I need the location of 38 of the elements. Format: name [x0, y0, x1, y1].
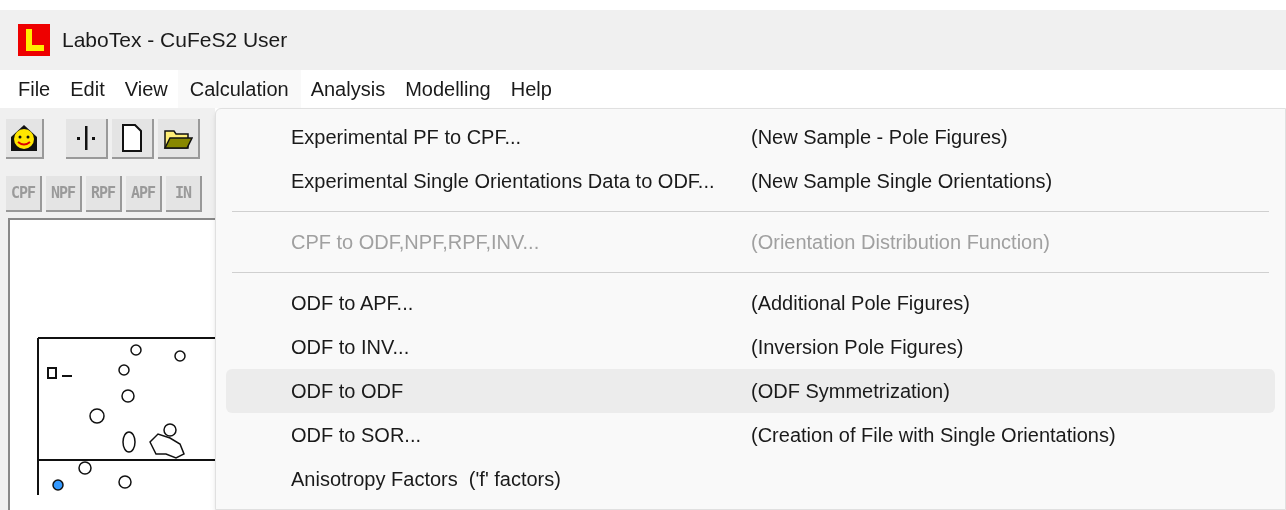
- menu-option[interactable]: ODF to APF... (Additional Pole Figures): [226, 281, 1275, 325]
- option-label: Experimental PF to CPF...: [291, 125, 523, 150]
- menu-option[interactable]: Experimental PF to CPF... (New Sample - Pole Figures): [226, 115, 1275, 159]
- menu-item[interactable]: Analysis: [300, 70, 396, 108]
- app-logo-icon: [18, 24, 50, 56]
- new-file-icon: [121, 124, 143, 152]
- option-description: (Inversion Pole Figures): [751, 335, 964, 360]
- option-label: Anisotropy Factors ('f' factors): [291, 467, 562, 492]
- split-icon: [75, 125, 97, 151]
- option-label: ODF to SOR...: [291, 423, 423, 448]
- option-description: (New Sample Single Orientations): [751, 169, 1053, 194]
- option-label: Experimental Single Orientations Data to ODF...: [291, 169, 716, 194]
- menu-item[interactable]: View: [114, 70, 178, 108]
- toolbar-button[interactable]: [158, 119, 200, 159]
- option-description: (Orientation Distribution Function): [751, 230, 1050, 255]
- option-label: CPF to ODF,NPF,RPF,INV...: [291, 230, 541, 255]
- menu-item[interactable]: File: [8, 70, 61, 108]
- option-description: (Creation of File with Single Orientations): [751, 423, 1116, 448]
- menu-item[interactable]: Help: [500, 70, 562, 108]
- option-description: (Additional Pole Figures): [751, 291, 970, 316]
- menu-item[interactable]: Calculation: [177, 70, 301, 108]
- menu-option[interactable]: Experimental Single Orientations Data to ODF... (New Sample Single Orientations): [226, 159, 1275, 203]
- toolbar-button[interactable]: [112, 119, 154, 159]
- menu-option[interactable]: Anisotropy Factors ('f' factors): [226, 457, 1275, 501]
- option-description: (ODF Symmetrization): [751, 379, 950, 404]
- menu-item[interactable]: Modelling: [395, 70, 501, 108]
- toolbar-button[interactable]: [66, 119, 108, 159]
- option-label: ODF to ODF: [291, 379, 405, 404]
- toolbar-button[interactable]: [6, 119, 44, 159]
- option-label: ODF to INV...: [291, 335, 411, 360]
- menu-option[interactable]: ODF to ODF (ODF Symmetrization): [226, 369, 1275, 413]
- window-title: LaboTex - CuFeS2 User: [62, 27, 288, 54]
- face-icon: [9, 123, 39, 153]
- option-description: (New Sample - Pole Figures): [751, 125, 1008, 150]
- menu-option[interactable]: ODF to SOR... (Creation of File with Single Orientations): [226, 413, 1275, 457]
- option-label: ODF to APF...: [291, 291, 415, 316]
- menu-item[interactable]: Edit: [60, 70, 115, 108]
- menu-option[interactable]: ODF to INV... (Inversion Pole Figures): [226, 325, 1275, 369]
